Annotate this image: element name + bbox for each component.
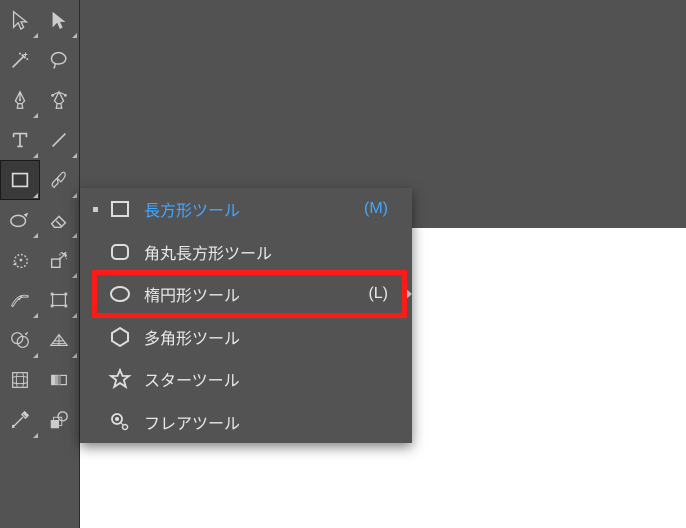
blend-tool[interactable] — [40, 400, 80, 440]
width-tool[interactable] — [0, 280, 40, 320]
rectangle-tool[interactable] — [0, 160, 40, 200]
flyout-item-label: フレアツール — [138, 410, 388, 434]
eraser-tool[interactable] — [40, 200, 80, 240]
flyout-item-label: スターツール — [138, 367, 388, 391]
perspective-grid-tool[interactable] — [40, 320, 80, 360]
flyout-item-ellipse[interactable]: 楕円形ツール (L) — [80, 273, 412, 316]
flyout-item-rectangle[interactable]: 長方形ツール (M) — [80, 188, 412, 231]
checkmark-icon — [88, 207, 102, 212]
direct-selection-tool[interactable] — [40, 0, 80, 40]
mesh-tool[interactable] — [0, 360, 40, 400]
line-segment-tool[interactable] — [40, 120, 80, 160]
flare-icon — [102, 410, 138, 434]
magic-wand-tool[interactable] — [0, 40, 40, 80]
star-icon — [102, 367, 138, 391]
flyout-item-label: 多角形ツール — [138, 325, 388, 349]
shaper-tool[interactable] — [0, 200, 40, 240]
type-tool[interactable] — [0, 120, 40, 160]
curvature-tool[interactable] — [40, 80, 80, 120]
pen-tool[interactable] — [0, 80, 40, 120]
rectangle-icon — [102, 197, 138, 221]
flyout-item-label: 楕円形ツール — [138, 282, 368, 306]
flyout-item-polygon[interactable]: 多角形ツール — [80, 316, 412, 359]
paintbrush-tool[interactable] — [40, 160, 80, 200]
polygon-icon — [102, 325, 138, 349]
free-transform-tool[interactable] — [40, 280, 80, 320]
shape-tool-flyout: 長方形ツール (M) 角丸長方形ツール 楕円形ツール (L) 多角形ツール スタ… — [80, 188, 412, 443]
gradient-tool[interactable] — [40, 360, 80, 400]
toolbar — [0, 0, 80, 528]
flyout-item-flare[interactable]: フレアツール — [80, 401, 412, 444]
lasso-tool[interactable] — [40, 40, 80, 80]
flyout-item-label: 角丸長方形ツール — [138, 240, 388, 264]
submenu-arrow-icon — [405, 288, 412, 300]
scale-tool[interactable] — [40, 240, 80, 280]
rotate-tool[interactable] — [0, 240, 40, 280]
flyout-item-rounded-rectangle[interactable]: 角丸長方形ツール — [80, 231, 412, 274]
eyedropper-tool[interactable] — [0, 400, 40, 440]
rounded-rectangle-icon — [102, 240, 138, 264]
shape-builder-tool[interactable] — [0, 320, 40, 360]
selection-tool[interactable] — [0, 0, 40, 40]
flyout-item-label: 長方形ツール — [138, 197, 364, 221]
flyout-item-shortcut: (M) — [364, 200, 412, 218]
flyout-item-star[interactable]: スターツール — [80, 358, 412, 401]
ellipse-icon — [102, 282, 138, 306]
